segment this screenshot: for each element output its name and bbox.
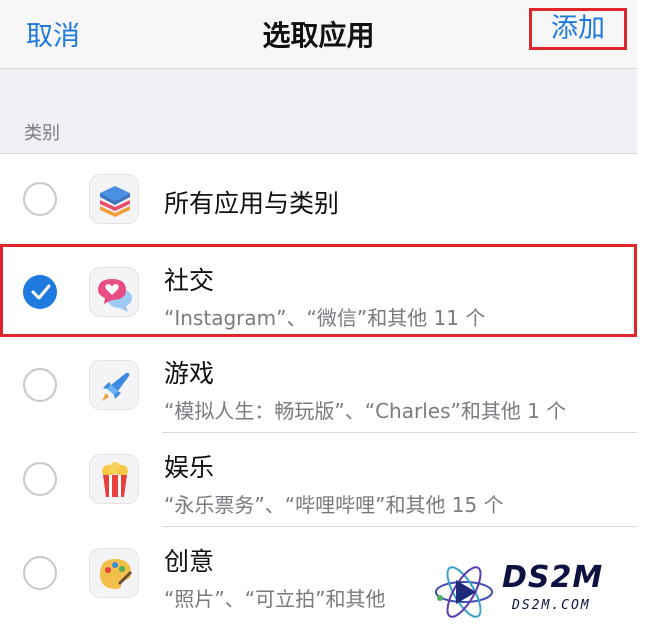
rocket-icon xyxy=(89,360,139,410)
row-subtitle: “永乐票务”、“哔哩哔哩”和其他 15 个 xyxy=(164,493,504,517)
category-row-entertainment[interactable]: 娱乐 “永乐票务”、“哔哩哔哩”和其他 15 个 xyxy=(0,434,637,527)
radio-unchecked[interactable] xyxy=(23,182,57,216)
radio-checked[interactable] xyxy=(23,275,57,309)
category-row-games[interactable]: 游戏 “模拟人生：畅玩版”、“Charles”和其他 1 个 xyxy=(0,340,637,433)
section-header: 类别 xyxy=(0,69,637,154)
radio-unchecked[interactable] xyxy=(23,462,57,496)
row-divider xyxy=(162,526,637,527)
checkmark-icon xyxy=(31,284,51,300)
row-subtitle: “Instagram”、“微信”和其他 11 个 xyxy=(164,306,486,330)
row-title: 游戏 xyxy=(164,359,215,388)
watermark: DS2M DS2M.COM xyxy=(432,556,657,628)
add-button[interactable]: 添加 xyxy=(529,8,627,50)
radio-unchecked[interactable] xyxy=(23,368,57,402)
row-subtitle: “照片”、“可立拍”和其他 xyxy=(164,587,386,611)
radio-unchecked[interactable] xyxy=(23,556,57,590)
category-row-all[interactable]: 所有应用与类别 xyxy=(0,154,637,247)
section-label: 类别 xyxy=(24,123,60,144)
stack-icon xyxy=(89,174,139,224)
row-subtitle: “模拟人生：畅玩版”、“Charles”和其他 1 个 xyxy=(164,399,567,423)
watermark-text: DS2M xyxy=(502,560,604,595)
chat-heart-icon xyxy=(89,267,139,317)
popcorn-icon xyxy=(89,454,139,504)
row-title: 社交 xyxy=(164,266,215,295)
category-row-social[interactable]: 社交 “Instagram”、“微信”和其他 11 个 xyxy=(0,247,637,340)
atom-logo-icon xyxy=(435,566,493,618)
row-title: 所有应用与类别 xyxy=(164,189,340,218)
palette-icon xyxy=(89,548,139,598)
row-title: 创意 xyxy=(164,547,215,576)
navigation-bar: 取消 选取应用 添加 xyxy=(0,0,637,69)
row-divider xyxy=(162,432,637,433)
row-title: 娱乐 xyxy=(164,453,215,482)
watermark-subtext: DS2M.COM xyxy=(512,598,591,613)
